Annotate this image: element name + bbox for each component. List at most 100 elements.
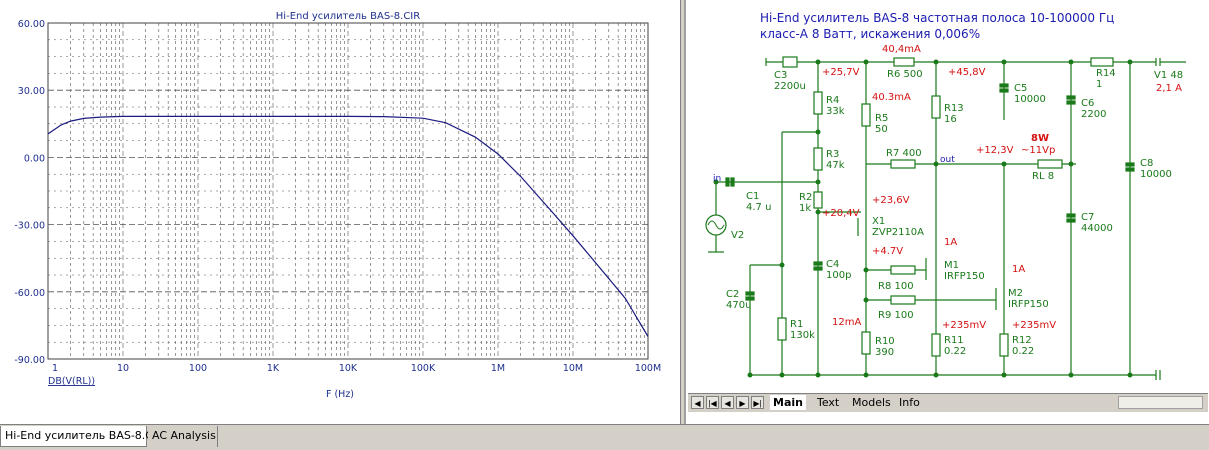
component-label-x1[interactable]: X1	[872, 216, 885, 227]
component-label-r7[interactable]: R7 400	[886, 148, 922, 159]
component-label-r2[interactable]: 1k	[799, 203, 811, 214]
x-tick-label: 100	[189, 363, 207, 374]
component-label-r3[interactable]: 47k	[826, 160, 845, 171]
doc-tab-circuit[interactable]: Hi-End усилитель BAS-8.CIR	[0, 426, 164, 447]
component-label-rl[interactable]: RL 8	[1032, 171, 1054, 182]
component-label-m2[interactable]: M2	[1008, 288, 1023, 299]
component-label-m1[interactable]: M1	[944, 260, 959, 271]
component-label-c4[interactable]: 100p	[826, 270, 851, 281]
doc-tab-ac-analysis[interactable]: AC Analysis	[148, 426, 218, 447]
prev-icon[interactable]: ◀	[721, 396, 734, 409]
annotation-i-r5: 40.3mA	[872, 92, 911, 103]
component-label-r11[interactable]: R11	[944, 335, 964, 346]
y-tick-label: 0.00	[24, 153, 45, 164]
annotation-i-r10: 12mA	[832, 317, 861, 328]
component-label-r4[interactable]: R4	[826, 95, 839, 106]
component-label-r13[interactable]: 16	[944, 114, 957, 125]
component-label-c5[interactable]: 10000	[1014, 94, 1046, 105]
node-label-in: in	[713, 174, 721, 184]
component-label-r14[interactable]: 1	[1096, 79, 1102, 90]
schematic-title-line2: класс-А 8 Ватт, искажения 0,006%	[760, 27, 980, 41]
plot-title: Hi-End усилитель BAS-8.CIR	[276, 11, 420, 22]
prev-page-icon[interactable]: |◀	[706, 396, 719, 409]
component-label-r4[interactable]: 33k	[826, 106, 845, 117]
component-label-r14[interactable]: R14	[1096, 68, 1116, 79]
component-label-c1[interactable]: C1	[746, 191, 759, 202]
component-label-x1[interactable]: ZVP2110A	[872, 227, 924, 238]
tab-main[interactable]: Main	[770, 395, 806, 410]
plot-grid	[47, 22, 649, 360]
node-label-out: out	[940, 155, 955, 165]
frequency-response-plot[interactable]: Hi-End усилитель BAS-8.CIR 60.00 30.00 0.0…	[0, 0, 680, 424]
component-label-c2[interactable]: 470u	[726, 300, 751, 311]
component-label-c7[interactable]: 44000	[1081, 223, 1113, 234]
document-tabbar: Hi-End усилитель BAS-8.CIR AC Analysis	[0, 424, 1209, 450]
component-label-r10[interactable]: 390	[875, 347, 894, 358]
component-label-c7[interactable]: C7	[1081, 212, 1094, 223]
last-page-icon[interactable]: ▶|	[751, 396, 764, 409]
annotation-v-235b: +235mV	[1012, 320, 1056, 331]
component-label-v2[interactable]: V2	[731, 230, 744, 241]
component-label-c5[interactable]: C5	[1014, 83, 1027, 94]
component-label-m2[interactable]: IRFP150	[1008, 299, 1049, 310]
annotation-v-236: +23,6V	[872, 195, 910, 206]
x-tick-label: 100M	[635, 363, 661, 374]
schematic-canvas[interactable]: Hi-End усилитель BAS-8 частотная полоса …	[686, 0, 1207, 400]
x-tick-label: 1K	[267, 363, 280, 374]
schematic-title-line1: Hi-End усилитель BAS-8 частотная полоса …	[760, 11, 1114, 25]
trace-label[interactable]: DB(V(RL))	[48, 376, 95, 387]
component-label-c8[interactable]: 10000	[1140, 169, 1172, 180]
component-label-r9[interactable]: R9 100	[878, 310, 914, 321]
tab-info[interactable]: Info	[896, 395, 923, 410]
component-label-c3[interactable]: 2200u	[774, 81, 806, 92]
component-label-r12[interactable]: 0.22	[1012, 346, 1034, 357]
next-icon[interactable]: ▶	[736, 396, 749, 409]
annotation-p-8w: 8W	[1031, 133, 1049, 144]
first-page-icon[interactable]: ◀	[691, 396, 704, 409]
annotation-v-235a: +235mV	[942, 320, 986, 331]
y-tick-label: -60.00	[14, 288, 45, 299]
y-tick-label: 30.00	[18, 86, 45, 97]
component-label-r5[interactable]: 50	[875, 124, 888, 135]
y-tick-label: -30.00	[14, 221, 45, 232]
component-label-r1[interactable]: R1	[790, 319, 803, 330]
component-label-c4[interactable]: C4	[826, 259, 839, 270]
component-label-r10[interactable]: R10	[875, 336, 895, 347]
annotation-i-m2: 1A	[1012, 264, 1025, 275]
component-label-r2[interactable]: R2	[799, 192, 812, 203]
component-label-r8[interactable]: R8 100	[878, 281, 914, 292]
component-label-c1[interactable]: 4.7 u	[746, 202, 771, 213]
tab-text[interactable]: Text	[814, 395, 842, 410]
y-tick-label: 60.00	[18, 19, 45, 30]
component-label-c2[interactable]: C2	[726, 289, 739, 300]
analysis-plot-pane[interactable]: Hi-End усилитель BAS-8.CIR 60.00 30.00 0.0…	[0, 0, 681, 424]
component-label-r1[interactable]: 130k	[790, 330, 815, 341]
annotation-i-r6: 40,4mA	[882, 44, 921, 55]
schematic-pane[interactable]: Hi-End усилитель BAS-8 частотная полоса …	[684, 0, 1209, 424]
component-label-r13[interactable]: R13	[944, 103, 964, 114]
component-label-r11[interactable]: 0.22	[944, 346, 966, 357]
component-label-c6[interactable]: 2200	[1081, 109, 1106, 120]
component-label-r12[interactable]: R12	[1012, 335, 1032, 346]
tab-models[interactable]: Models	[849, 395, 894, 410]
annotation-v-123: +12,3V	[976, 145, 1014, 156]
component-label-c3[interactable]: C3	[774, 70, 787, 81]
x-tick-label: 10	[117, 363, 129, 374]
component-label-v1[interactable]: V1 48	[1154, 70, 1183, 81]
annotation-v-47: +4.7V	[872, 246, 903, 257]
component-label-r3[interactable]: R3	[826, 149, 839, 160]
component-label-r5[interactable]: R5	[875, 113, 888, 124]
x-tick-label: 100K	[411, 363, 436, 374]
annotation-v-11vp: ~11Vp	[1021, 145, 1055, 156]
horizontal-scrollbar[interactable]	[1118, 396, 1203, 409]
component-label-r6[interactable]: R6 500	[887, 69, 923, 80]
annotation-v-204: +20,4V	[822, 208, 860, 219]
component-label-c8[interactable]: C8	[1140, 158, 1153, 169]
component-label-c6[interactable]: C6	[1081, 98, 1094, 109]
x-tick-label: 10M	[563, 363, 583, 374]
annotation-v-458: +45,8V	[948, 67, 986, 78]
circuit-page-tabbar: ◀ |◀ ◀ ▶ ▶| Main Text Models Info	[688, 393, 1208, 412]
annotation-i-v1: 2,1 A	[1156, 83, 1182, 94]
component-label-m1[interactable]: IRFP150	[944, 271, 985, 282]
y-tick-label: -90.00	[14, 355, 45, 366]
